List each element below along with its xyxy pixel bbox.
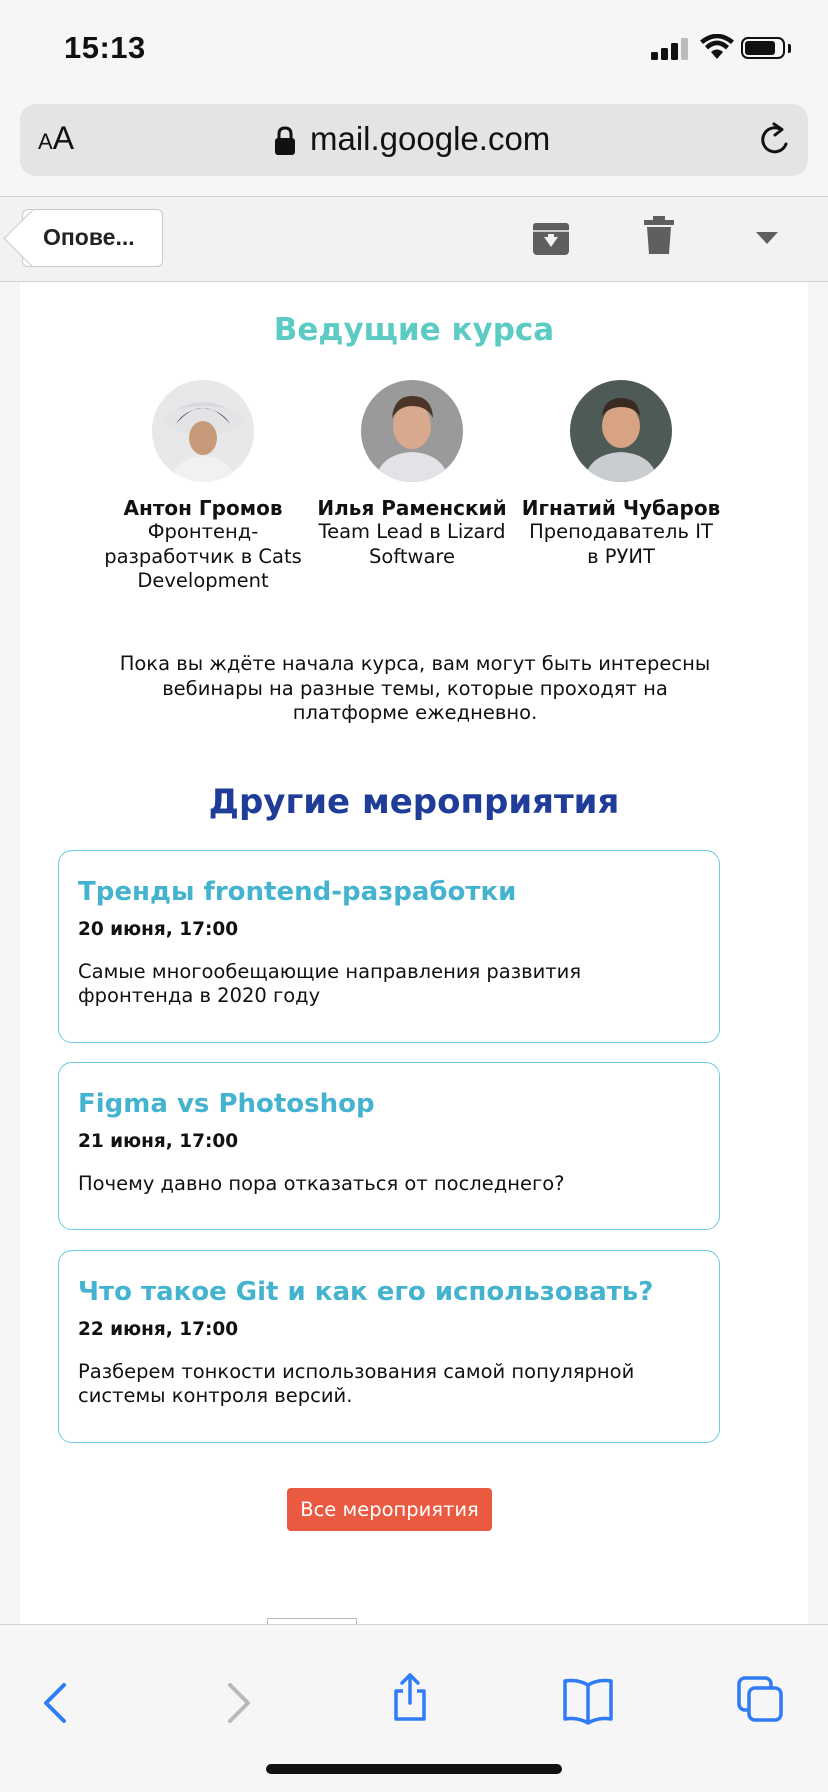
speaker-card: Антон Громов Фронтенд-разработчик в Cats… bbox=[103, 380, 303, 594]
speaker-name: Игнатий Чубаров bbox=[521, 496, 721, 520]
event-date: 22 июня, 17:00 bbox=[78, 1319, 239, 1340]
event-description: Разберем тонкости использования самой по… bbox=[78, 1360, 635, 1407]
event-title[interactable]: Figma vs Photoshop bbox=[78, 1089, 700, 1119]
address-bar[interactable]: AA mail.google.com bbox=[20, 104, 808, 176]
battery-icon bbox=[741, 37, 785, 59]
speaker-role: Фронтенд-разработчик в Cats Development bbox=[104, 520, 302, 592]
battery-tip bbox=[788, 44, 791, 53]
intro-text: Пока вы ждёте начала курса, вам могут бы… bbox=[119, 652, 711, 724]
archive-icon[interactable] bbox=[531, 217, 571, 257]
cellular-signal-icon bbox=[651, 38, 689, 60]
event-card[interactable]: Что такое Git и как его использовать? 22… bbox=[58, 1250, 720, 1443]
all-events-button[interactable]: Все мероприятия bbox=[287, 1488, 492, 1531]
event-date: 20 июня, 17:00 bbox=[78, 919, 239, 940]
avatar bbox=[570, 380, 672, 482]
tabs-icon[interactable] bbox=[736, 1675, 784, 1723]
event-description: Почему давно пора отказаться от последне… bbox=[78, 1172, 565, 1195]
event-card[interactable]: Figma vs Photoshop 21 июня, 17:00 Почему… bbox=[58, 1062, 720, 1230]
events-title: Другие мероприятия bbox=[208, 782, 620, 822]
event-card[interactable]: Тренды frontend-разработки 20 июня, 17:0… bbox=[58, 850, 720, 1043]
wifi-icon bbox=[700, 34, 734, 59]
share-icon[interactable] bbox=[386, 1673, 434, 1721]
back-to-notifications-button[interactable]: Опове... bbox=[22, 209, 163, 267]
speaker-name: Илья Раменский bbox=[317, 496, 507, 520]
event-description: Самые многообещающие направления развити… bbox=[78, 960, 582, 1007]
status-bar: 15:13 bbox=[0, 0, 828, 100]
event-date: 21 июня, 17:00 bbox=[78, 1131, 239, 1152]
bookmarks-icon[interactable] bbox=[562, 1677, 614, 1725]
speaker-name: Антон Громов bbox=[123, 496, 283, 520]
lock-icon bbox=[275, 126, 295, 155]
reload-icon[interactable] bbox=[758, 122, 794, 158]
trash-icon[interactable] bbox=[643, 215, 675, 255]
speaker-card: Игнатий Чубаров Преподаватель IT в РУИТ bbox=[521, 380, 721, 569]
avatar bbox=[361, 380, 463, 482]
event-title[interactable]: Что такое Git и как его использовать? bbox=[78, 1277, 700, 1307]
status-time: 15:13 bbox=[64, 30, 146, 65]
email-body: Ведущие курса Антон Громов Фронтенд-разр… bbox=[20, 282, 808, 1624]
url-text[interactable]: mail.google.com bbox=[310, 120, 550, 158]
back-arrow-icon[interactable] bbox=[34, 1679, 82, 1727]
speaker-role: Преподаватель IT в РУИТ bbox=[529, 520, 713, 568]
reader-options-button[interactable]: AA bbox=[38, 120, 74, 157]
event-title[interactable]: Тренды frontend-разработки bbox=[78, 877, 700, 907]
speaker-role: Team Lead в Lizard Software bbox=[318, 520, 506, 568]
forward-arrow-icon[interactable] bbox=[212, 1679, 260, 1727]
home-indicator[interactable] bbox=[266, 1764, 562, 1774]
back-button-label: Опове... bbox=[43, 224, 135, 250]
avatar bbox=[152, 380, 254, 482]
hosts-title: Ведущие курса bbox=[273, 312, 555, 348]
speaker-card: Илья Раменский Team Lead в Lizard Softwa… bbox=[312, 380, 512, 569]
mail-toolbar: Опове... bbox=[0, 196, 828, 282]
chevron-down-icon[interactable] bbox=[756, 231, 778, 245]
